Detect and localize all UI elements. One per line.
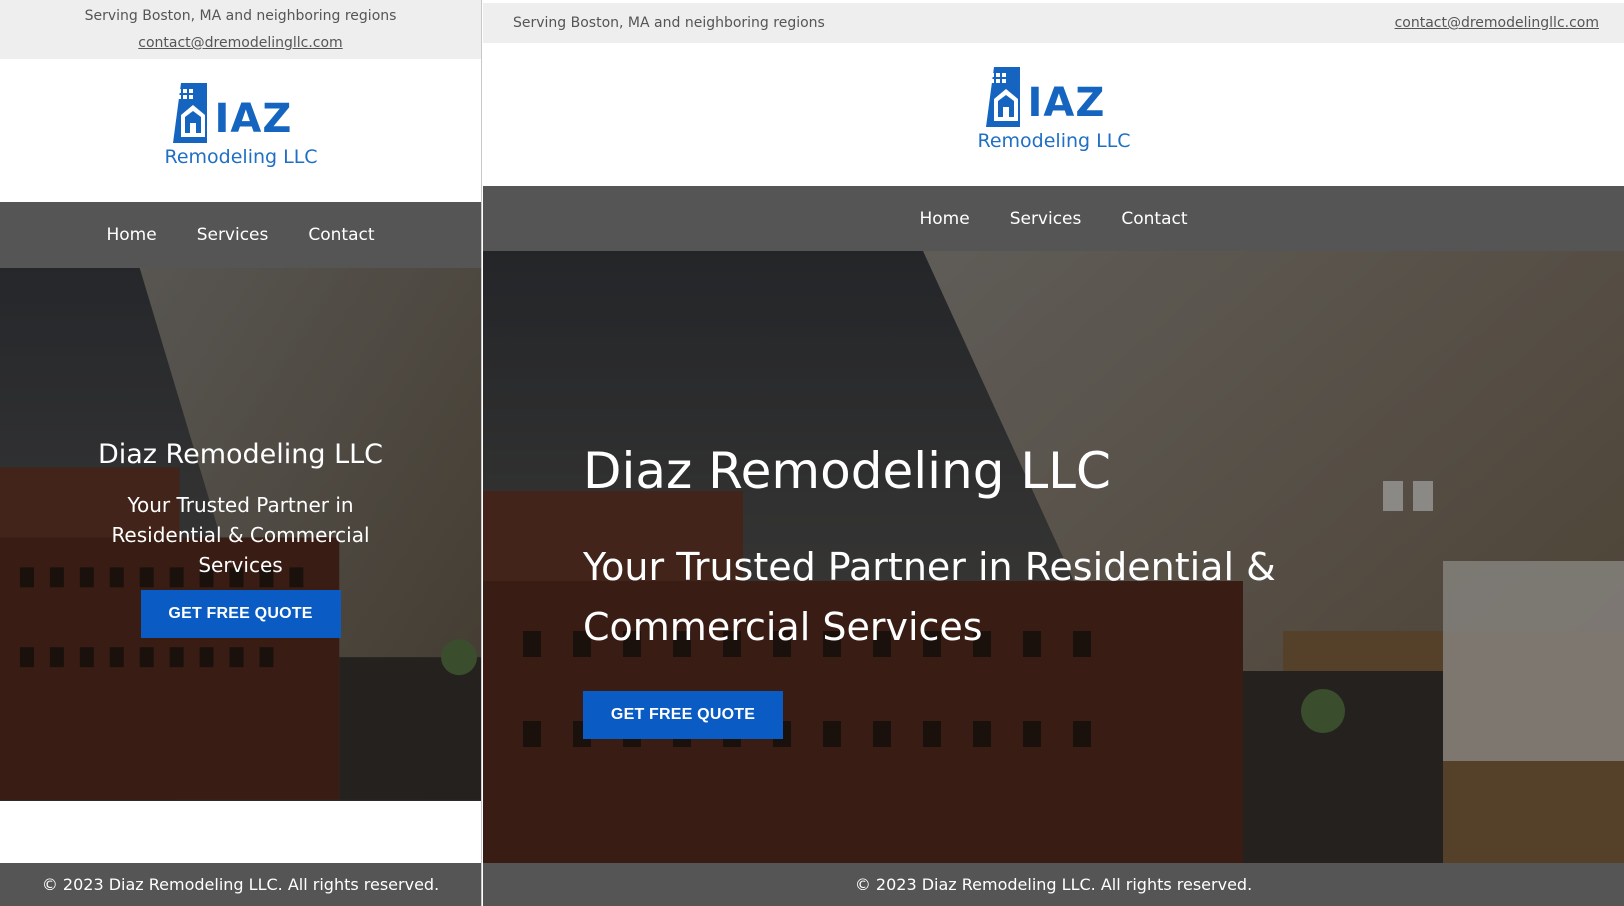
- footer: © 2023 Diaz Remodeling LLC. All rights r…: [0, 863, 481, 906]
- nav-contact[interactable]: Contact: [1121, 209, 1187, 229]
- logo-wordmark: IAZ: [1027, 80, 1106, 126]
- logo-subtitle: Remodeling LLC: [164, 146, 318, 168]
- get-free-quote-button[interactable]: GET FREE QUOTE: [583, 691, 783, 739]
- top-bar: Serving Boston, MA and neighboring regio…: [0, 0, 481, 59]
- footer-copyright: © 2023 Diaz Remodeling LLC. All rights r…: [41, 875, 440, 894]
- contact-email-link[interactable]: contact@dremodelingllc.com: [1395, 15, 1599, 31]
- main-nav: Home Services Contact: [483, 186, 1624, 251]
- desktop-preview: Serving Boston, MA and neighboring regio…: [483, 0, 1624, 906]
- logo-area: IAZ Remodeling LLC: [483, 43, 1624, 186]
- footer: © 2023 Diaz Remodeling LLC. All rights r…: [483, 863, 1624, 906]
- top-bar: Serving Boston, MA and neighboring regio…: [483, 3, 1624, 43]
- hero-section: Diaz Remodeling LLC Your Trusted Partner…: [0, 268, 481, 801]
- nav-home[interactable]: Home: [106, 225, 156, 245]
- hero-content: Diaz Remodeling LLC Your Trusted Partner…: [0, 438, 481, 638]
- hero-content: Diaz Remodeling LLC Your Trusted Partner…: [583, 441, 1303, 739]
- logo-subtitle: Remodeling LLC: [977, 130, 1131, 152]
- get-free-quote-button[interactable]: GET FREE QUOTE: [140, 590, 341, 638]
- logo[interactable]: IAZ Remodeling LLC: [164, 81, 318, 173]
- service-area-text: Serving Boston, MA and neighboring regio…: [84, 8, 397, 24]
- logo-wordmark: IAZ: [214, 96, 293, 142]
- contact-email-link[interactable]: contact@dremodelingllc.com: [0, 35, 481, 52]
- hero-section: Diaz Remodeling LLC Your Trusted Partner…: [483, 251, 1624, 863]
- hero-subtitle: Your Trusted Partner in Residential & Co…: [111, 493, 370, 577]
- main-nav: Home Services Contact: [0, 202, 481, 268]
- hero-title: Diaz Remodeling LLC: [97, 439, 384, 470]
- logo-area: IAZ Remodeling LLC: [0, 59, 481, 202]
- nav-services[interactable]: Services: [1010, 209, 1082, 229]
- footer-copyright: © 2023 Diaz Remodeling LLC. All rights r…: [854, 875, 1253, 894]
- building-house-logo-icon: [172, 83, 207, 143]
- mobile-preview: Serving Boston, MA and neighboring regio…: [0, 0, 482, 906]
- hero-title: Diaz Remodeling LLC: [583, 442, 1111, 500]
- nav-home[interactable]: Home: [919, 209, 969, 229]
- service-area-text: Serving Boston, MA and neighboring regio…: [513, 15, 825, 31]
- hero-subtitle: Your Trusted Partner in Residential & Co…: [583, 545, 1276, 649]
- nav-contact[interactable]: Contact: [308, 225, 374, 245]
- nav-services[interactable]: Services: [197, 225, 269, 245]
- building-house-logo-icon: [985, 67, 1020, 127]
- logo[interactable]: IAZ Remodeling LLC: [977, 65, 1131, 157]
